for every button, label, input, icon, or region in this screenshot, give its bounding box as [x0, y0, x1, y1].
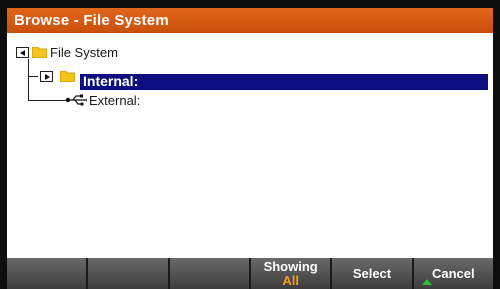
tree-connector	[28, 76, 38, 77]
tree-item-label: External:	[89, 93, 141, 108]
tree-item-label: Internal:	[83, 73, 139, 89]
file-tree: File System Internal: External:	[7, 33, 493, 258]
collapse-arrow-icon[interactable]	[16, 47, 29, 58]
showing-filter-button[interactable]: Showing All	[250, 258, 333, 289]
softkey-bar: Showing All Select Cancel	[7, 258, 493, 289]
tree-connector	[28, 59, 29, 101]
tree-root-label: File System	[50, 45, 118, 60]
expand-arrow-icon[interactable]	[40, 71, 53, 82]
pointer-indicator-icon	[422, 279, 432, 285]
browse-dialog: Browse - File System File System Interna…	[7, 8, 493, 289]
softkey-label: Cancel	[431, 265, 475, 281]
softkey-label: Showing	[263, 258, 318, 274]
select-button[interactable]: Select	[332, 258, 414, 289]
usb-icon	[65, 94, 87, 106]
softkey-3[interactable]	[169, 258, 251, 289]
window-title: Browse - File System	[7, 8, 493, 33]
folder-icon	[60, 71, 75, 82]
softkey-2[interactable]	[88, 258, 170, 289]
tree-item-internal-highlight[interactable]	[80, 74, 488, 90]
softkey-sub-label: All	[282, 272, 299, 288]
folder-icon	[32, 47, 47, 58]
softkey-1[interactable]	[7, 258, 89, 289]
softkey-label: Select	[352, 265, 392, 281]
tree-connector	[28, 100, 68, 101]
